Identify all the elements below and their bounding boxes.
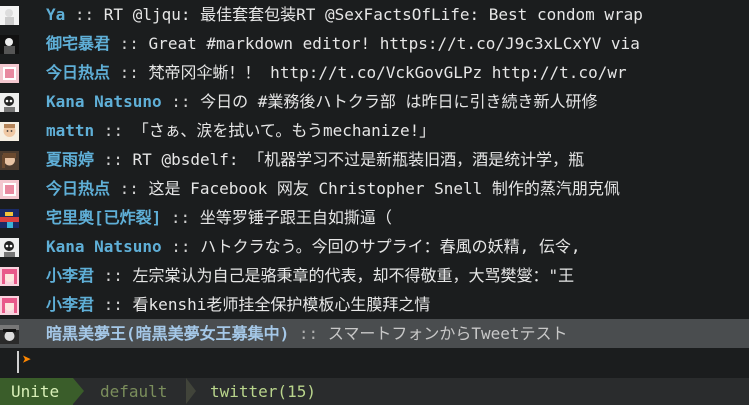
breadcrumb-separator-icon	[186, 378, 196, 404]
tweet-row[interactable]: 今日热点 :: 这是 Facebook 网友 Christopher Snell…	[0, 174, 749, 203]
avatar-mono-character	[0, 93, 19, 112]
avatar-colorful	[0, 209, 19, 228]
tweet-text-line: Kana Natsuno :: ハトクラなう。今回のサプライ：春風の妖精, 伝令…	[46, 232, 581, 261]
tweet-username[interactable]: Kana Natsuno	[46, 92, 162, 111]
tweet-username[interactable]: 今日热点	[46, 63, 110, 82]
tweet-separator: ::	[161, 208, 200, 227]
tweet-username[interactable]: 小李君	[46, 266, 94, 285]
avatar-dark-anime	[0, 325, 19, 344]
tweet-text-line: 小李君 :: 看kenshi老师挂全保护模板心生膜拜之情	[46, 290, 430, 319]
tweet-row[interactable]: 小李君 :: 看kenshi老师挂全保护模板心生膜拜之情	[0, 290, 749, 319]
tweet-separator: ::	[110, 63, 149, 82]
mode-label: Unite	[11, 382, 60, 401]
tweet-username[interactable]: mattn	[46, 121, 94, 140]
prompt-arrow-icon: ➤	[22, 350, 32, 369]
tweet-separator: ::	[94, 121, 133, 140]
tweet-message: 今日の #業務後ハトクラ部 は昨日に引き続き新人研修	[200, 92, 598, 111]
avatar-pink-card	[0, 64, 19, 83]
tweet-separator: ::	[289, 324, 328, 343]
avatar-face	[0, 122, 19, 141]
tweet-row[interactable]: Kana Natsuno :: ハトクラなう。今回のサプライ：春風の妖精, 伝令…	[0, 232, 749, 261]
tweet-username[interactable]: 小李君	[46, 295, 94, 314]
status-bar: Unite default twitter(15)	[0, 378, 749, 405]
tweet-message: 这是 Facebook 网友 Christopher Snell 制作的蒸汽朋克…	[148, 179, 620, 198]
source-label: default	[100, 382, 168, 401]
avatar-mono-character	[0, 238, 19, 257]
tweet-text-line: mattn :: 「さぁ、涙を拭いて。もうmechanize!」	[46, 116, 435, 145]
buffer-label: twitter(15)	[210, 382, 316, 401]
terminal-window: Ya :: RT @ljqu: 最佳套套包装RT @SexFactsOfLife…	[0, 0, 749, 405]
tweet-row[interactable]: 御宅暴君 :: Great #markdown editor! https://…	[0, 29, 749, 58]
tweet-username[interactable]: 御宅暴君	[46, 34, 110, 53]
tweet-row[interactable]: mattn :: 「さぁ、涙を拭いて。もうmechanize!」	[0, 116, 749, 145]
tweet-row[interactable]: 今日热点 :: 梵帝冈伞蜥！！ http://t.co/VckGovGLPz h…	[0, 58, 749, 87]
tweet-row[interactable]: 小李君 :: 左宗棠认为自己是骆秉章的代表，却不得敬重，大骂樊燮："王	[0, 261, 749, 290]
avatar-black-figure	[0, 35, 19, 54]
tweet-username[interactable]: Ya	[46, 5, 65, 24]
avatar-white-figure	[0, 6, 19, 25]
tweet-text-line: 宅里奥[已炸裂] :: 坐等罗锤子跟王自如撕逼（	[46, 203, 392, 232]
tweet-text-line: Kana Natsuno :: 今日の #業務後ハトクラ部 は昨日に引き続き新人…	[46, 87, 598, 116]
tweet-message: 看kenshi老师挂全保护模板心生膜拜之情	[132, 295, 431, 314]
tweet-row[interactable]: 宅里奥[已炸裂] :: 坐等罗锤子跟王自如撕逼（	[0, 203, 749, 232]
tweet-row[interactable]: 暗黒美夢王(暗黒美夢女王募集中) :: スマートフォンからTweetテスト	[0, 319, 749, 348]
tweet-row[interactable]: Ya :: RT @ljqu: 最佳套套包装RT @SexFactsOfLife…	[0, 0, 749, 29]
text-cursor	[17, 351, 19, 373]
tweet-separator: ::	[161, 237, 201, 256]
tweet-message: RT @bsdelf: 「机器学习不过是新瓶装旧酒，酒是统计学，瓶	[132, 150, 585, 169]
avatar-girl-portrait	[0, 151, 19, 170]
avatar-pink-card	[0, 180, 19, 199]
tweet-separator: ::	[161, 92, 201, 111]
tweet-message: RT @ljqu: 最佳套套包装RT @SexFactsOfLife: Best…	[103, 5, 643, 24]
tweet-separator: ::	[94, 150, 133, 169]
tweet-message: ハトクラなう。今回のサプライ：春風の妖精, 伝令,	[200, 237, 581, 256]
tweet-text-line: 夏雨婷 :: RT @bsdelf: 「机器学习不过是新瓶装旧酒，酒是统计学，瓶	[46, 145, 584, 174]
tweet-separator: ::	[110, 179, 149, 198]
tweet-separator: ::	[65, 5, 104, 24]
tweet-message: 左宗棠认为自己是骆秉章的代表，却不得敬重，大骂樊燮："王	[132, 266, 575, 285]
tweet-separator: ::	[110, 34, 149, 53]
tweet-list: Ya :: RT @ljqu: 最佳套套包装RT @SexFactsOfLife…	[0, 0, 749, 348]
tweet-username[interactable]: 暗黒美夢王(暗黒美夢女王募集中)	[46, 324, 289, 343]
tweet-separator: ::	[94, 266, 133, 285]
tweet-text-line: 小李君 :: 左宗棠认为自己是骆秉章的代表，却不得敬重，大骂樊燮："王	[46, 261, 574, 290]
tweet-text-line: Ya :: RT @ljqu: 最佳套套包装RT @SexFactsOfLife…	[46, 0, 643, 29]
tweet-username[interactable]: Kana Natsuno	[46, 237, 162, 256]
prompt-line[interactable]: ➤	[0, 348, 749, 377]
tweet-separator: ::	[94, 295, 133, 314]
tweet-username[interactable]: 夏雨婷	[46, 150, 94, 169]
avatar-pink-anime	[0, 296, 19, 315]
tweet-message: Great #markdown editor! https://t.co/J9c…	[148, 34, 640, 53]
tweet-username[interactable]: 宅里奥[已炸裂]	[46, 208, 161, 227]
tweet-row[interactable]: Kana Natsuno :: 今日の #業務後ハトクラ部 は昨日に引き続き新人…	[0, 87, 749, 116]
tweet-message: 梵帝冈伞蜥！！ http://t.co/VckGovGLPz http://t.…	[148, 63, 627, 82]
tweet-message: 坐等罗锤子跟王自如撕逼（	[199, 208, 392, 227]
mode-separator-icon	[73, 378, 84, 404]
tweet-row[interactable]: 夏雨婷 :: RT @bsdelf: 「机器学习不过是新瓶装旧酒，酒是统计学，瓶	[0, 145, 749, 174]
avatar-pink-anime	[0, 267, 19, 286]
tweet-text-line: 今日热点 :: 这是 Facebook 网友 Christopher Snell…	[46, 174, 620, 203]
tweet-text-line: 御宅暴君 :: Great #markdown editor! https://…	[46, 29, 640, 58]
tweet-message: スマートフォンからTweetテスト	[327, 324, 568, 343]
tweet-username[interactable]: 今日热点	[46, 179, 110, 198]
tweet-message: 「さぁ、涙を拭いて。もうmechanize!」	[132, 121, 436, 140]
tweet-text-line: 今日热点 :: 梵帝冈伞蜥！！ http://t.co/VckGovGLPz h…	[46, 58, 627, 87]
mode-indicator: Unite	[0, 378, 73, 405]
tweet-text-line: 暗黒美夢王(暗黒美夢女王募集中) :: スマートフォンからTweetテスト	[46, 319, 568, 348]
